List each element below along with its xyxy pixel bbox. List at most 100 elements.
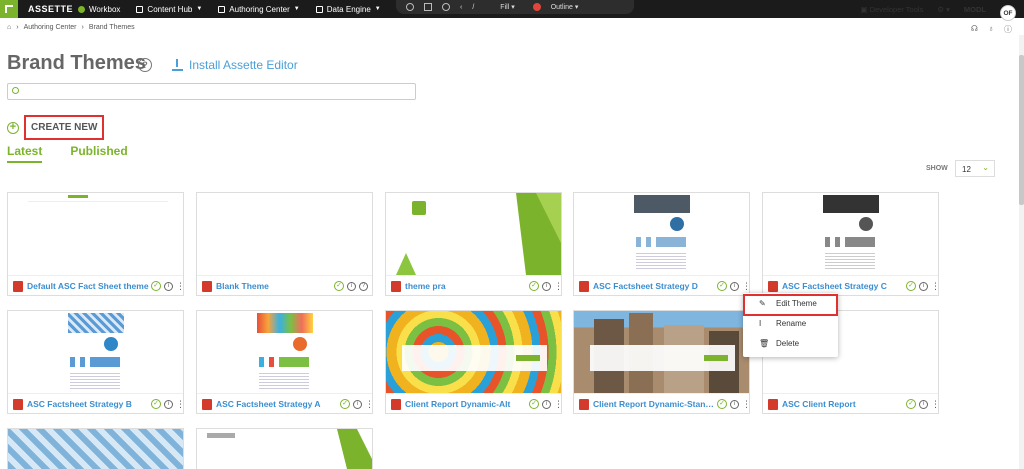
- theme-card[interactable]: [7, 428, 184, 469]
- annotation-select-icon[interactable]: [406, 3, 414, 11]
- plus-circle-icon: +: [7, 121, 19, 134]
- nav-data-engine[interactable]: Data Engine ▼: [315, 5, 381, 14]
- menu-item-rename[interactable]: I Rename: [743, 313, 838, 333]
- theme-name[interactable]: Default ASC Fact Sheet theme: [27, 281, 153, 291]
- theme-card[interactable]: ASC Factsheet Strategy B ✓ i ⋮: [7, 310, 185, 414]
- developer-tools-button[interactable]: ▣ Developer Tools: [861, 5, 924, 14]
- create-new-label: CREATE NEW: [24, 115, 105, 140]
- search-icon: [12, 87, 19, 94]
- theme-card[interactable]: Default ASC Fact Sheet theme ✓ i ⋮: [7, 192, 185, 296]
- menu-item-delete[interactable]: 🗑 Delete: [743, 333, 838, 353]
- theme-card[interactable]: Blank Theme ✓ i ?: [196, 192, 373, 296]
- nav-authoring-center[interactable]: Authoring Center ▼: [218, 5, 300, 14]
- outline-color-icon[interactable]: [532, 3, 541, 11]
- chevron-down-icon: ⌄: [982, 163, 989, 172]
- more-options-icon[interactable]: ⋮: [554, 281, 563, 290]
- authoring-icon: [218, 5, 226, 13]
- headset-icon[interactable]: ☊: [971, 24, 978, 35]
- more-options-icon[interactable]: ⋮: [176, 281, 185, 290]
- theme-name[interactable]: Client Report Dynamic-Alt: [405, 399, 531, 409]
- published-check-icon: ✓: [717, 399, 727, 409]
- published-check-icon: ✓: [529, 281, 539, 291]
- breadcrumb: ⌂ › Authoring Center › Brand Themes: [7, 24, 135, 31]
- avatar[interactable]: OF: [1000, 5, 1016, 21]
- breadcrumb-authoring-center[interactable]: Authoring Center: [24, 24, 77, 31]
- info-icon[interactable]: i: [730, 281, 739, 291]
- theme-name[interactable]: ASC Factsheet Strategy C: [782, 281, 908, 291]
- brand-name: ASSETTE: [28, 4, 74, 14]
- search-input[interactable]: [7, 83, 416, 100]
- assette-logo-icon[interactable]: [0, 0, 18, 18]
- published-check-icon: ✓: [717, 281, 727, 291]
- theme-name[interactable]: Blank Theme: [216, 281, 342, 291]
- scrollbar-thumb[interactable]: [1019, 55, 1024, 205]
- info-icon[interactable]: i: [164, 399, 173, 409]
- outline-button[interactable]: Outline ▾: [551, 3, 579, 11]
- tab-latest[interactable]: Latest: [7, 144, 43, 163]
- download-icon: [172, 59, 183, 71]
- arrow-tool-icon[interactable]: ‹: [460, 4, 462, 11]
- theme-name[interactable]: Client Report Dynamic-Standard: [593, 399, 719, 409]
- help-circle-icon[interactable]: ⓘ: [1004, 24, 1012, 35]
- page-size-select[interactable]: 12 ⌄: [955, 160, 995, 177]
- theme-card[interactable]: theme pra ✓ i ⋮: [385, 192, 563, 296]
- help-icon[interactable]: ?: [359, 281, 368, 291]
- chevron-down-icon: ▼: [293, 6, 300, 12]
- pdf-icon: [202, 280, 212, 292]
- published-check-icon: ✓: [906, 399, 916, 409]
- info-icon[interactable]: i: [347, 281, 356, 291]
- info-icon[interactable]: i: [542, 281, 551, 291]
- create-new-button[interactable]: + CREATE NEW: [7, 115, 105, 140]
- user-code[interactable]: MODL: [964, 5, 986, 14]
- page-scrollbar[interactable]: [1019, 35, 1024, 469]
- ellipse-tool-icon[interactable]: [442, 3, 450, 11]
- more-options-icon[interactable]: ⋮: [742, 399, 751, 408]
- nav-content-hub[interactable]: Content Hub ▼: [136, 5, 202, 14]
- theme-thumbnail: [8, 311, 183, 393]
- theme-name[interactable]: ASC Client Report: [782, 399, 908, 409]
- theme-card[interactable]: ASC Factsheet Strategy D ✓ i ⋮: [573, 192, 751, 296]
- theme-card[interactable]: ASC Factsheet Strategy A ✓ i ⋮: [196, 310, 374, 414]
- info-icon[interactable]: i: [164, 281, 173, 291]
- info-icon[interactable]: i: [919, 399, 928, 409]
- theme-thumbnail: [574, 193, 749, 275]
- more-options-icon[interactable]: ⋮: [176, 399, 185, 408]
- home-icon[interactable]: ⌂: [7, 24, 11, 31]
- theme-name[interactable]: ASC Factsheet Strategy A: [216, 399, 342, 409]
- page-title: Brand Themes: [7, 52, 146, 74]
- info-icon[interactable]: i: [353, 399, 362, 409]
- top-right-tools: ▣ Developer Tools ⚙ ▾ MODL OF: [861, 0, 1016, 21]
- info-icon[interactable]: i: [730, 399, 739, 409]
- help-icon[interactable]: ?: [138, 58, 152, 72]
- pdf-icon: [768, 280, 778, 292]
- more-options-icon[interactable]: ⋮: [365, 399, 374, 408]
- nav-workbox[interactable]: Workbox: [78, 5, 120, 14]
- theme-card[interactable]: Client Report Dynamic-Standard ✓ i ⋮: [573, 310, 751, 414]
- theme-name[interactable]: theme pra: [405, 281, 531, 291]
- more-options-icon[interactable]: ⋮: [931, 399, 940, 408]
- install-assette-editor-link[interactable]: Install Assette Editor: [172, 58, 298, 72]
- info-icon[interactable]: i: [542, 399, 551, 409]
- more-options-icon[interactable]: ⋮: [742, 281, 751, 290]
- theme-thumbnail: [763, 193, 938, 275]
- more-options-icon[interactable]: ⋮: [931, 281, 940, 290]
- fill-button[interactable]: Fill ▾: [500, 3, 514, 11]
- workbox-icon: [78, 5, 85, 13]
- chevron-down-icon: ▼: [196, 6, 203, 12]
- info-icon[interactable]: i: [919, 281, 928, 291]
- theme-card[interactable]: Client Report Dynamic-Alt ✓ i ⋮: [385, 310, 563, 414]
- data-engine-icon: [315, 5, 323, 13]
- theme-card[interactable]: ASC Factsheet Strategy C ✓ i ⋮: [762, 192, 940, 296]
- theme-name[interactable]: ASC Factsheet Strategy D: [593, 281, 719, 291]
- more-options-icon[interactable]: ⋮: [554, 399, 563, 408]
- settings-gear-icon[interactable]: ⚙ ▾: [937, 5, 950, 14]
- rectangle-tool-icon[interactable]: [424, 3, 432, 11]
- lightbulb-icon[interactable]: ♁: [988, 24, 994, 35]
- theme-name[interactable]: ASC Factsheet Strategy B: [27, 399, 153, 409]
- line-tool-icon[interactable]: /: [472, 4, 474, 11]
- published-check-icon: ✓: [906, 281, 916, 291]
- theme-card[interactable]: [196, 428, 373, 469]
- published-check-icon: ✓: [529, 399, 539, 409]
- pdf-icon: [13, 398, 23, 410]
- tab-published[interactable]: Published: [70, 144, 127, 163]
